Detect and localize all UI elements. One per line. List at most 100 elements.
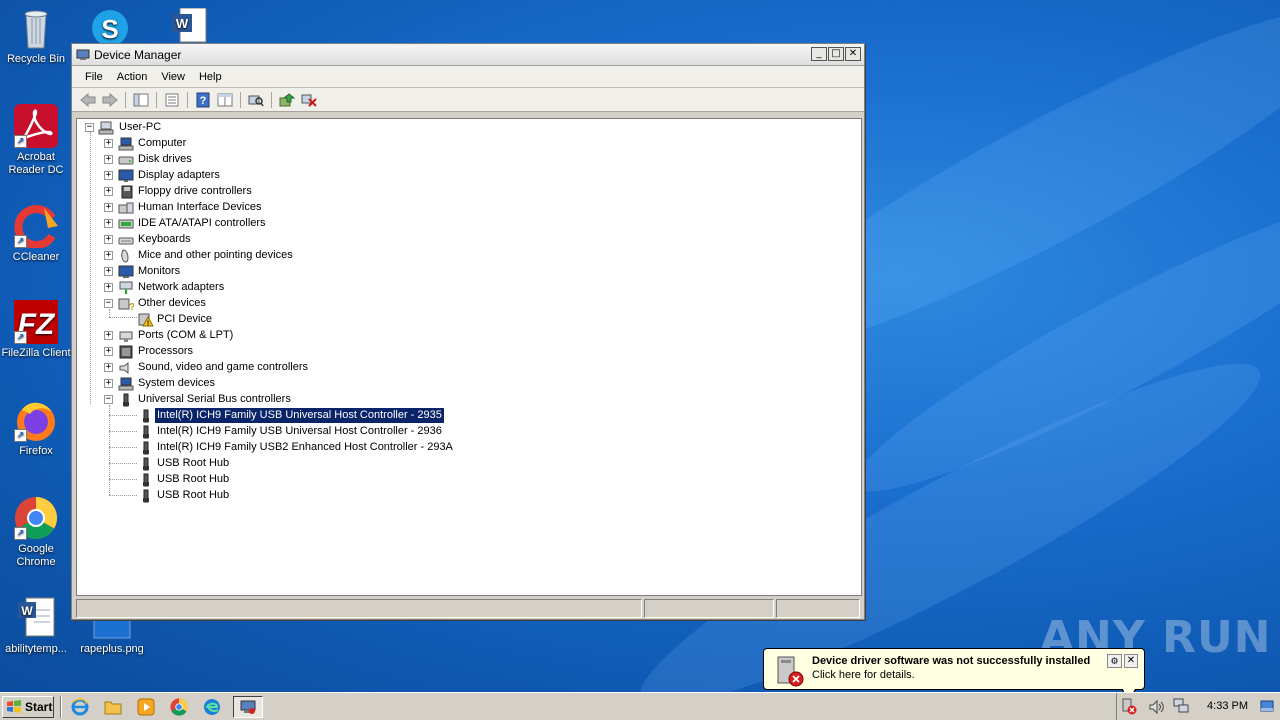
tree-category[interactable]: Display adapters — [136, 168, 222, 183]
desktop-icon-ability-doc[interactable]: W abilitytemp... — [0, 596, 72, 656]
ie-icon[interactable] — [68, 696, 92, 718]
tree-category[interactable]: Sound, video and game controllers — [136, 360, 310, 375]
expand-toggle[interactable]: + — [104, 283, 113, 292]
update-driver-icon[interactable] — [277, 90, 297, 110]
show-hide-console-tree-icon[interactable] — [131, 90, 151, 110]
expand-toggle[interactable]: + — [104, 155, 113, 164]
start-button[interactable]: Start — [2, 695, 54, 718]
category-icon — [119, 331, 133, 342]
help-icon[interactable]: ? — [193, 90, 213, 110]
action-pane-icon[interactable] — [215, 90, 235, 110]
expand-toggle[interactable]: + — [104, 379, 113, 388]
tree-category[interactable]: Keyboards — [136, 232, 193, 247]
menu-file[interactable]: File — [78, 69, 110, 85]
notification-close-button[interactable]: ✕ — [1124, 654, 1138, 668]
driver-install-notification[interactable]: Device driver software was not successfu… — [763, 648, 1145, 704]
desktop-icon-label: Google Chrome — [16, 543, 56, 568]
expand-toggle[interactable]: + — [104, 187, 113, 196]
tree-category[interactable]: Floppy drive controllers — [136, 184, 254, 199]
desktop-icon-filezilla[interactable]: FZ ↗ FileZilla Client — [0, 300, 72, 360]
device-tree[interactable]: − User-PC + Computer + Disk drives + Display … — [76, 118, 862, 596]
tree-device[interactable]: USB Root Hub — [155, 456, 231, 471]
expand-toggle[interactable]: + — [104, 363, 113, 372]
title-bar[interactable]: Device Manager _ □ ✕ — [72, 44, 864, 66]
usb-device-icon — [143, 409, 149, 423]
minimize-button[interactable]: _ — [811, 47, 827, 61]
menu-help[interactable]: Help — [192, 69, 229, 85]
edge-icon[interactable] — [200, 696, 224, 718]
tree-connector — [109, 405, 110, 495]
device-manager-icon — [76, 49, 90, 60]
desktop-icon-ccleaner[interactable]: ↗ CCleaner — [0, 204, 72, 264]
desktop-icon-acrobat[interactable]: ↗ Acrobat Reader DC — [0, 104, 72, 177]
uninstall-icon[interactable] — [299, 90, 319, 110]
status-cell-main — [76, 599, 642, 618]
expand-toggle[interactable]: + — [104, 251, 113, 260]
expand-toggle[interactable]: + — [104, 203, 113, 212]
menu-action[interactable]: Action — [110, 69, 155, 85]
root-collapse-toggle[interactable]: − — [85, 123, 94, 132]
expand-toggle[interactable]: − — [104, 299, 113, 308]
tree-device[interactable]: USB Root Hub — [155, 472, 231, 487]
tree-category[interactable]: Processors — [136, 344, 195, 359]
media-player-icon[interactable] — [134, 696, 158, 718]
desktop-icon-firefox[interactable]: ↗ Firefox — [0, 398, 72, 458]
tree-device[interactable]: PCI Device — [155, 312, 214, 327]
tree-category[interactable]: Monitors — [136, 264, 182, 279]
device-manager-task-icon[interactable] — [233, 695, 263, 718]
tree-device[interactable]: Intel(R) ICH9 Family USB2 Enhanced Host … — [155, 440, 455, 455]
expand-toggle[interactable]: + — [104, 219, 113, 228]
scan-hardware-icon[interactable] — [246, 90, 266, 110]
tree-category[interactable]: Disk drives — [136, 152, 194, 167]
desktop-icon-recycle-bin[interactable]: Recycle Bin — [0, 6, 72, 66]
tree-device[interactable]: Intel(R) ICH9 Family USB Universal Host … — [155, 424, 444, 439]
expand-toggle[interactable]: − — [104, 395, 113, 404]
close-button[interactable]: ✕ — [845, 47, 861, 61]
tree-category[interactable]: Mice and other pointing devices — [136, 248, 295, 263]
tree-root-user-pc[interactable]: User-PC — [117, 120, 163, 135]
category-icon — [119, 362, 129, 374]
tree-device[interactable]: Intel(R) ICH9 Family USB Universal Host … — [154, 407, 445, 424]
desktop-icon-chrome[interactable]: ↗ Google Chrome — [0, 496, 72, 569]
expand-toggle[interactable]: + — [104, 347, 113, 356]
tree-connector — [109, 447, 137, 448]
expand-toggle[interactable]: + — [104, 331, 113, 340]
tree-category[interactable]: Universal Serial Bus controllers — [136, 392, 293, 407]
tree-category[interactable]: Network adapters — [136, 280, 226, 295]
tree-category[interactable]: Computer — [136, 136, 188, 151]
tree-category[interactable]: IDE ATA/ATAPI controllers — [136, 216, 268, 231]
network-icon[interactable] — [1173, 698, 1189, 714]
tree-connector — [109, 479, 137, 480]
back-icon[interactable] — [78, 90, 98, 110]
expand-toggle[interactable]: + — [104, 171, 113, 180]
tree-device[interactable]: USB Root Hub — [155, 488, 231, 503]
desktop-icon-label: CCleaner — [12, 251, 60, 263]
chrome-icon[interactable] — [167, 696, 191, 718]
menu-bar: File Action View Help — [72, 66, 864, 88]
expand-toggle[interactable]: + — [104, 235, 113, 244]
shortcut-arrow-icon: ↗ — [14, 429, 27, 442]
volume-icon[interactable] — [1149, 699, 1165, 715]
show-desktop-icon[interactable] — [1260, 700, 1274, 712]
explorer-icon[interactable] — [101, 696, 125, 718]
maximize-button[interactable]: □ — [828, 47, 844, 61]
tree-connector — [109, 309, 110, 317]
device-error-icon — [777, 656, 804, 687]
expand-toggle[interactable]: + — [104, 139, 113, 148]
expand-toggle[interactable]: + — [104, 267, 113, 276]
filezilla-icon: FZ ↗ — [14, 300, 58, 344]
clock[interactable]: 4:33 PM — [1207, 700, 1248, 712]
category-icon — [118, 169, 134, 182]
forward-icon[interactable] — [100, 90, 120, 110]
category-icon — [121, 185, 133, 199]
tree-connector — [109, 431, 137, 432]
tray-device-error-icon[interactable] — [1121, 697, 1137, 715]
tree-category[interactable]: Ports (COM & LPT) — [136, 328, 235, 343]
tree-category[interactable]: Other devices — [136, 296, 208, 311]
properties-icon[interactable] — [162, 90, 182, 110]
tree-category[interactable]: Human Interface Devices — [136, 200, 264, 215]
menu-view[interactable]: View — [154, 69, 192, 85]
notification-settings-icon[interactable]: ⚙ — [1107, 654, 1122, 668]
tree-category[interactable]: System devices — [136, 376, 217, 391]
notification-details-link[interactable]: Click here for details. — [812, 669, 915, 681]
